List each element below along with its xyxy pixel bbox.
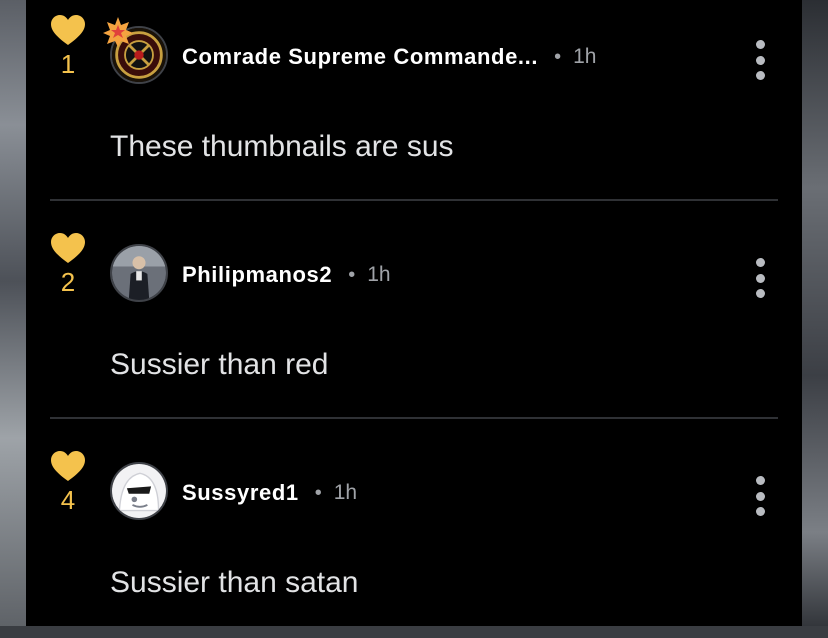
background-right-edge xyxy=(802,0,828,626)
more-vertical-icon[interactable] xyxy=(748,476,772,516)
comment-header: Sussyred1 • 1h xyxy=(182,478,357,508)
comment-item: 4 Sussyred1 • 1h Sussier than satan xyxy=(26,420,802,638)
comments-panel: 1 Comrade Supreme Commande... • 1h These… xyxy=(26,0,802,626)
timestamp: 1h xyxy=(333,481,358,504)
avatar[interactable] xyxy=(110,462,168,520)
like-control[interactable]: 2 xyxy=(48,232,88,296)
timestamp: 1h xyxy=(367,263,391,286)
star-badge-icon xyxy=(103,17,133,47)
like-count: 4 xyxy=(60,485,76,515)
heart-icon[interactable] xyxy=(50,14,86,46)
divider xyxy=(50,417,778,419)
username[interactable]: Sussyred1 xyxy=(182,480,299,506)
comment-text: Sussier than red xyxy=(110,348,329,381)
username[interactable]: Philipmanos2 xyxy=(182,262,332,288)
comment-header: Comrade Supreme Commande... • 1h xyxy=(182,42,596,72)
timestamp: 1h xyxy=(573,45,597,68)
like-count: 1 xyxy=(60,49,76,79)
heart-icon[interactable] xyxy=(50,450,86,482)
separator-dot: • xyxy=(314,481,322,504)
comment-item: 1 Comrade Supreme Commande... • 1h These… xyxy=(26,0,802,202)
avatar[interactable] xyxy=(110,244,168,302)
like-control[interactable]: 1 xyxy=(48,14,88,78)
separator-dot: • xyxy=(348,263,356,286)
comment-text: Sussier than satan xyxy=(110,566,359,599)
person-photo-avatar-image xyxy=(112,246,166,300)
comment-text: These thumbnails are sus xyxy=(110,130,454,163)
like-count: 2 xyxy=(60,267,76,297)
comment-item: 2 Philipmanos2 • 1h Sussier than red xyxy=(26,202,802,420)
background-left-edge xyxy=(0,0,26,626)
hooded-character-avatar-image xyxy=(112,464,166,518)
like-control[interactable]: 4 xyxy=(48,450,88,514)
separator-dot: • xyxy=(554,45,562,68)
more-vertical-icon[interactable] xyxy=(748,258,772,298)
comment-header: Philipmanos2 • 1h xyxy=(182,260,391,290)
username[interactable]: Comrade Supreme Commande... xyxy=(182,44,538,70)
heart-icon[interactable] xyxy=(50,232,86,264)
divider xyxy=(50,199,778,201)
more-vertical-icon[interactable] xyxy=(748,40,772,80)
